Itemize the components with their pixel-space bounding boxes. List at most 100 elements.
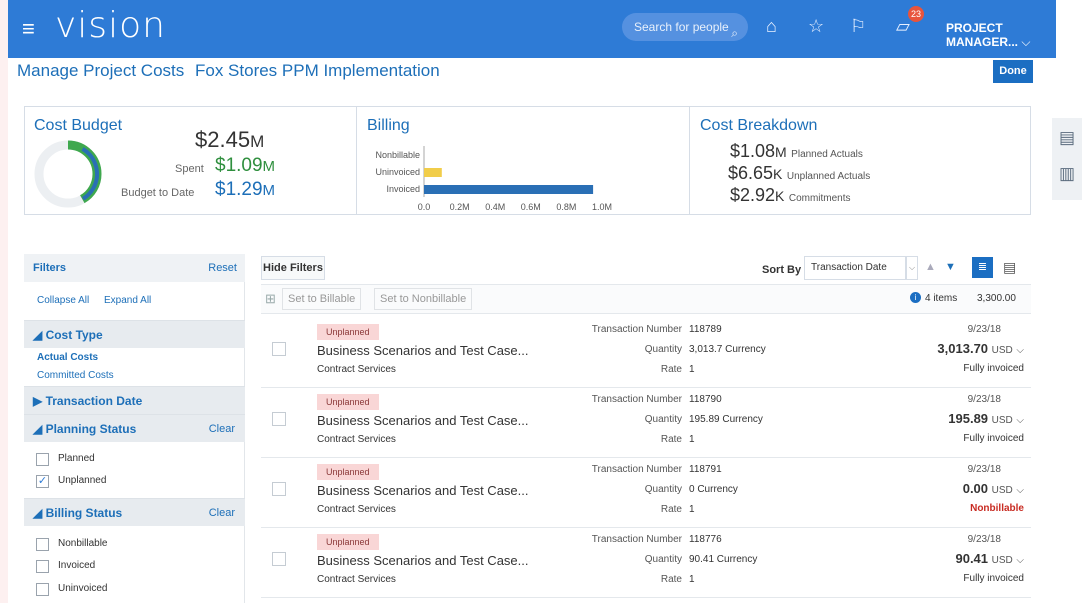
notifications-icon[interactable]: ▱ [896, 16, 910, 36]
hide-filters-button[interactable]: Hide Filters [261, 256, 325, 280]
transaction-date-label: ▶ Transaction Date [33, 394, 143, 408]
flag-icon[interactable]: ⚐ [850, 16, 866, 36]
people-search[interactable]: Search for people ⌕ [622, 13, 748, 41]
nonbillable-checkbox[interactable] [36, 538, 49, 551]
uninvoiced-checkbox[interactable] [36, 583, 49, 596]
unplanned-checkbox[interactable]: ✓ [36, 475, 49, 488]
table-row[interactable]: Unplanned Business Scenarios and Test Ca… [261, 458, 1031, 528]
qty-value: 3,013.7 Currency [689, 344, 766, 355]
document-icon[interactable]: ▤ [1059, 128, 1075, 148]
rate-label: Rate [660, 504, 682, 515]
search-placeholder: Search for people [634, 20, 729, 34]
rate-value: 1 [689, 574, 695, 585]
transaction-date-text: Transaction Date [45, 394, 143, 408]
rate-label: Rate [660, 574, 682, 585]
cost-type-section[interactable]: ◢ Cost Type [24, 320, 245, 348]
amount-currency: USD [991, 415, 1013, 426]
txn-label: Transaction Number [591, 534, 682, 545]
cost-type-text: Cost Type [45, 328, 103, 342]
row-title[interactable]: Business Scenarios and Test Case... [317, 483, 529, 498]
breakdown-commitments: $2.92K Commitments [730, 185, 851, 206]
done-button[interactable]: Done [993, 60, 1033, 83]
menu-icon[interactable]: ≡ [22, 18, 35, 40]
chevron-down-icon[interactable]: ⌵ [1016, 345, 1024, 356]
row-title[interactable]: Business Scenarios and Test Case... [317, 413, 529, 428]
search-icon[interactable]: ⌕ [731, 19, 738, 47]
table-row[interactable]: Unplanned Business Scenarios and Test Ca… [261, 318, 1031, 388]
spent-unit: M [262, 158, 276, 175]
budget-total: $2.45M [195, 127, 264, 153]
status-badge: Unplanned [317, 464, 379, 480]
sort-ascending-icon[interactable]: ▲ [925, 261, 936, 273]
unplanned-label: Unplanned [58, 475, 107, 486]
chart-bar[interactable] [424, 168, 442, 177]
unplanned-value: $6.65 [728, 163, 774, 183]
table-row[interactable]: Unplanned Business Scenarios and Test Ca… [261, 528, 1031, 598]
row-subtitle: Contract Services [317, 504, 396, 515]
chart-tick-label: 0.0 [418, 202, 431, 212]
unplanned-label: Unplanned Actuals [786, 171, 871, 182]
billing-chart: Nonbillable Uninvoiced Invoiced 0.0 0.2M 0.4M… [375, 146, 612, 212]
rate-value: 1 [689, 504, 695, 515]
chevron-down-icon[interactable]: ⌵ [1016, 415, 1024, 426]
row-title[interactable]: Business Scenarios and Test Case... [317, 553, 529, 568]
transaction-date-section[interactable]: ▶ Transaction Date [24, 386, 245, 414]
committed-costs-link[interactable]: Committed Costs [37, 370, 114, 381]
table-view-icon[interactable]: ▤ [1003, 259, 1016, 276]
row-date: 9/23/18 [967, 394, 1001, 405]
items-count: 4 items [925, 293, 958, 304]
collapse-all-link[interactable]: Collapse All [37, 295, 89, 306]
qty-label: Quantity [644, 484, 682, 495]
chevron-down-icon[interactable]: ⌵ [1016, 485, 1024, 496]
set-billable-button[interactable]: Set to Billable [282, 288, 362, 310]
set-nonbillable-button[interactable]: Set to Nonbillable [374, 288, 473, 310]
row-amount: 195.89 USD ⌵ [948, 411, 1024, 426]
home-icon[interactable]: ⌂ [766, 16, 777, 36]
toolbar-grid-icon[interactable]: ⊞ [265, 291, 276, 307]
user-menu[interactable]: PROJECT MANAGER... ⌵ [946, 21, 1056, 50]
row-checkbox[interactable] [272, 552, 286, 566]
planning-status-label: ◢ Planning Status [33, 422, 137, 436]
bar-chart-icon[interactable]: ▥ [1059, 164, 1075, 184]
amount-value: 3,013.70 [937, 341, 989, 356]
table-row[interactable]: Unplanned Business Scenarios and Test Ca… [261, 388, 1031, 458]
cost-breakdown-title: Cost Breakdown [700, 117, 818, 134]
rate-label: Rate [660, 364, 682, 375]
cost-breakdown-card[interactable]: Cost Breakdown $1.08M Planned Actuals $6… [690, 107, 1030, 214]
row-title[interactable]: Business Scenarios and Test Case... [317, 343, 529, 358]
chevron-down-icon[interactable]: ⌵ [1016, 555, 1024, 566]
row-status: Fully invoiced [963, 573, 1024, 584]
chart-bar[interactable] [424, 185, 594, 194]
chart-tick-label: 0.2M [450, 202, 470, 212]
expand-all-link[interactable]: Expand All [104, 295, 151, 306]
planning-clear-link[interactable]: Clear [209, 423, 235, 435]
row-checkbox[interactable] [272, 482, 286, 496]
billing-clear-link[interactable]: Clear [209, 507, 235, 519]
row-date: 9/23/18 [967, 324, 1001, 335]
list-view-icon[interactable]: ≣ [972, 257, 993, 278]
page-title-main: Manage Project Costs [17, 61, 185, 80]
spent-label: Spent [175, 163, 204, 175]
qty-value: 195.89 Currency [689, 414, 763, 425]
billing-card[interactable]: Billing Nonbillable Uninvoiced Invoiced 0.0… [357, 107, 689, 214]
row-date: 9/23/18 [967, 464, 1001, 475]
row-checkbox[interactable] [272, 342, 286, 356]
sort-dropdown-icon[interactable]: ⌵ [906, 256, 918, 280]
row-checkbox[interactable] [272, 412, 286, 426]
sort-select[interactable]: Transaction Date [804, 256, 906, 280]
cost-budget-card[interactable]: Cost Budget $2.45M Spent $1.09M Budget t… [25, 107, 355, 214]
btd-unit: M [262, 182, 276, 199]
invoiced-checkbox[interactable] [36, 560, 49, 573]
planned-checkbox[interactable] [36, 453, 49, 466]
reset-link[interactable]: Reset [208, 262, 237, 274]
row-status: Fully invoiced [963, 433, 1024, 444]
top-bar: ≡ vision Search for people ⌕ ⌂ ☆ ⚐ ▱ 23 P… [8, 0, 1056, 58]
sort-descending-icon[interactable]: ▼ [945, 261, 956, 273]
user-name: PROJECT MANAGER... [946, 21, 1018, 49]
filters-header: Filters Reset [24, 254, 245, 282]
favorites-icon[interactable]: ☆ [808, 16, 824, 36]
planned-label: Planned Actuals [791, 149, 863, 160]
planning-status-section[interactable]: ◢ Planning Status Clear [24, 414, 245, 442]
actual-costs-link[interactable]: Actual Costs [37, 352, 98, 363]
billing-status-section[interactable]: ◢ Billing Status Clear [24, 498, 245, 526]
